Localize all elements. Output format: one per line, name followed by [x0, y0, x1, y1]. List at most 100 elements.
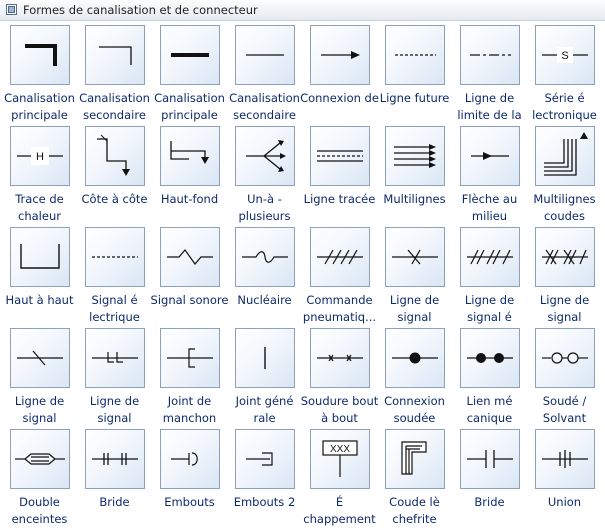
shape-item[interactable]: Ligne de signal é [452, 224, 527, 325]
shape-thumbnail[interactable] [385, 328, 445, 388]
shape-thumbnail[interactable] [85, 126, 145, 186]
sleeve-joint-icon [167, 348, 213, 368]
shape-label: Côte à côte [81, 192, 148, 206]
shape-thumbnail[interactable] [10, 328, 70, 388]
multilines-elbow-icon [544, 132, 588, 176]
shape-item[interactable]: Lien mé canique [452, 325, 527, 426]
shape-item[interactable]: Haut à haut [2, 224, 77, 325]
shape-item[interactable]: Ligne de signal [527, 224, 602, 325]
shape-thumbnail[interactable] [85, 227, 145, 287]
shape-thumbnail[interactable]: H [10, 126, 70, 186]
shape-item[interactable]: Canalisation principale [2, 22, 77, 123]
shape-item[interactable]: Canalisation secondaire [227, 22, 302, 123]
shape-thumbnail[interactable] [385, 25, 445, 85]
shape-thumbnail[interactable] [160, 227, 220, 287]
shape-thumbnail[interactable] [310, 227, 370, 287]
shape-item[interactable]: H Trace de chaleur [2, 123, 77, 224]
shape-thumbnail[interactable] [535, 429, 595, 489]
shape-thumbnail[interactable] [235, 25, 295, 85]
shape-label: Flèche au milieu [461, 192, 518, 223]
shape-thumbnail[interactable]: S [535, 25, 595, 85]
signal-line-xhatch-icon [542, 249, 588, 265]
shape-item[interactable]: Flèche au milieu [452, 123, 527, 224]
shape-item[interactable]: Commande pneumatiq... [302, 224, 377, 325]
shape-thumbnail[interactable] [10, 25, 70, 85]
shape-item[interactable]: Embouts 2 [227, 426, 302, 527]
shape-item[interactable]: Ligne de limite de la [452, 22, 527, 123]
shape-thumbnail[interactable] [460, 126, 520, 186]
shape-thumbnail[interactable] [85, 429, 145, 489]
shape-item[interactable]: Union [527, 426, 602, 527]
shape-label: Canalisation principale [154, 91, 225, 122]
shape-thumbnail[interactable] [535, 328, 595, 388]
shape-item[interactable]: S Série é lectronique [527, 22, 602, 123]
shape-thumbnail[interactable] [385, 429, 445, 489]
shape-item[interactable]: Joint de manchon [152, 325, 227, 426]
shape-thumbnail[interactable] [535, 227, 595, 287]
shape-item[interactable]: Bride [452, 426, 527, 527]
shape-item[interactable]: Ligne tracée [302, 123, 377, 224]
shape-item[interactable]: Coude lè chefrite [377, 426, 452, 527]
shape-thumbnail[interactable] [310, 25, 370, 85]
shape-thumbnail[interactable] [460, 25, 520, 85]
shape-item[interactable]: Joint géné rale [227, 325, 302, 426]
shape-thumbnail[interactable] [160, 328, 220, 388]
shape-thumbnail[interactable] [235, 126, 295, 186]
shape-thumbnail[interactable] [385, 227, 445, 287]
shape-thumbnail[interactable] [85, 25, 145, 85]
shape-item[interactable]: Multilignes coudes [527, 123, 602, 224]
shape-item[interactable]: Canalisation secondaire [77, 22, 152, 123]
panel-header[interactable]: Formes de canalisation et de connecteur [0, 0, 605, 21]
shape-label: Haut à haut [5, 293, 74, 307]
shape-item[interactable]: Canalisation principale [152, 22, 227, 123]
shape-thumbnail[interactable] [160, 429, 220, 489]
sonic-signal-icon [167, 249, 213, 265]
shape-item[interactable]: Embouts [152, 426, 227, 527]
shape-thumbnail[interactable] [235, 429, 295, 489]
shape-item[interactable]: Connexion soudée [377, 325, 452, 426]
flange-2-icon [467, 450, 513, 468]
shape-library-panel: Formes de canalisation et de connecteur … [0, 0, 605, 529]
shape-thumbnail[interactable] [310, 126, 370, 186]
shape-thumbnail[interactable] [460, 328, 520, 388]
shape-item[interactable]: Bride [77, 426, 152, 527]
shape-thumbnail[interactable] [460, 227, 520, 287]
shape-item[interactable]: Signal sonore [151, 224, 228, 325]
shape-item[interactable]: Côte à côte [77, 123, 152, 224]
shape-item[interactable]: Multilignes [377, 123, 452, 224]
shape-thumbnail[interactable] [160, 25, 220, 85]
shape-item[interactable]: Connexion de [300, 22, 379, 123]
shape-thumbnail[interactable] [85, 328, 145, 388]
shape-item[interactable]: Double enceintes [2, 426, 77, 527]
shape-item[interactable]: Signal é lectrique [77, 224, 152, 325]
shape-item[interactable]: Ligne future [377, 22, 452, 123]
secondary-pipe-line-icon [246, 54, 284, 56]
shape-item[interactable]: Haut-fond [152, 123, 227, 224]
top-to-top-icon [20, 244, 60, 269]
shape-label: Commande pneumatiq... [302, 293, 377, 324]
shape-label: Canalisation secondaire [79, 91, 150, 122]
shape-thumbnail[interactable]: XXX [310, 429, 370, 489]
shape-thumbnail[interactable] [535, 126, 595, 186]
shape-item[interactable]: Ligne de signal [2, 325, 77, 426]
shape-thumbnail[interactable] [460, 429, 520, 489]
shape-label: Ligne de signal [539, 293, 590, 324]
shape-item[interactable]: Un-à -plusieurs [227, 123, 302, 224]
shape-thumbnail[interactable] [235, 328, 295, 388]
shape-thumbnail[interactable] [235, 227, 295, 287]
shape-label: Ligne de signal [89, 394, 140, 425]
shape-label: Embouts 2 [233, 495, 296, 509]
shape-item[interactable]: XXX É chappement [302, 426, 377, 527]
shape-thumbnail[interactable] [310, 328, 370, 388]
shape-thumbnail[interactable] [10, 227, 70, 287]
collapse-icon[interactable] [6, 4, 17, 15]
shape-label: Embouts [164, 495, 215, 509]
shape-thumbnail[interactable] [385, 126, 445, 186]
shape-item[interactable]: Nucléaire [227, 224, 302, 325]
shape-item[interactable]: Soudure bout à bout [301, 325, 378, 426]
shape-item[interactable]: Soudé / Solvant [527, 325, 602, 426]
shape-item[interactable]: Ligne de signal [77, 325, 152, 426]
shape-item[interactable]: Ligne de signal [377, 224, 452, 325]
shape-thumbnail[interactable] [160, 126, 220, 186]
shape-thumbnail[interactable] [10, 429, 70, 489]
